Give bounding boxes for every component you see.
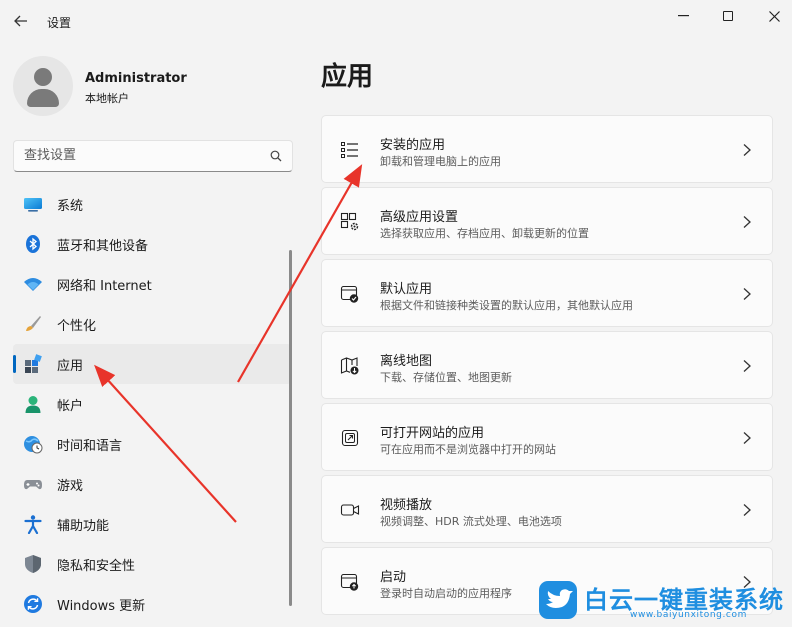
title-bar: 设置 [0,0,792,44]
card-description: 视频调整、HDR 流式处理、电池选项 [380,515,562,528]
shield-icon [25,555,41,573]
sidebar-nav: 系统 蓝牙和其他设备 网络和 Internet 个性化 应用 帐户 时间和语言 … [13,184,291,624]
maximize-button[interactable] [714,6,742,26]
sidebar-item-privacy[interactable]: 隐私和安全性 [13,544,291,584]
watermark-url: www.baiyunxitong.com [630,610,747,620]
chevron-right-icon [743,216,751,228]
sidebar-item-accounts[interactable]: 帐户 [13,384,291,424]
chevron-right-icon [743,288,751,300]
sidebar-item-label: 辅助功能 [57,518,110,534]
bluetooth-icon [26,235,40,253]
user-name: Administrator [85,71,187,86]
avatar-head [34,68,52,86]
card-description: 登录时自动启动的应用程序 [380,587,512,600]
sidebar-item-time-language[interactable]: 时间和语言 [13,424,291,464]
sidebar-item-label: 蓝牙和其他设备 [57,238,149,254]
sidebar-item-label: 应用 [57,358,84,374]
sidebar-item-label: 个性化 [57,318,97,334]
card-title: 视频播放 [380,498,433,513]
sidebar-item-personalization[interactable]: 个性化 [13,304,291,344]
window-title: 设置 [47,16,72,30]
advanced-apps-icon [340,212,359,231]
chevron-right-icon [743,504,751,516]
apps-icon [25,354,42,373]
sidebar-item-network[interactable]: 网络和 Internet [13,264,291,304]
open-website-icon [341,429,359,447]
sidebar-item-windows-update[interactable]: Windows 更新 [13,584,291,624]
accessibility-icon [24,515,42,534]
back-button[interactable] [10,10,32,32]
bird-logo-icon [539,581,577,619]
search-input[interactable] [24,148,264,163]
sidebar-item-label: 游戏 [57,478,84,494]
card-description: 下载、存储位置、地图更新 [380,371,512,384]
minimize-button[interactable] [669,6,697,26]
minimize-icon [677,15,689,17]
card-installed-apps[interactable]: 安装的应用 卸载和管理电脑上的应用 [321,115,773,183]
video-camera-icon [340,504,360,516]
sidebar-item-label: Windows 更新 [57,598,146,614]
card-apps-for-websites[interactable]: 可打开网站的应用 可在应用而不是浏览器中打开的网站 [321,403,773,471]
close-icon [768,10,780,22]
monitor-icon [24,198,42,212]
card-title: 可打开网站的应用 [380,426,485,441]
card-video-playback[interactable]: 视频播放 视频调整、HDR 流式处理、电池选项 [321,475,773,543]
sidebar-item-label: 帐户 [57,398,84,414]
startup-icon [340,573,359,591]
card-title: 启动 [380,570,407,585]
sidebar-item-apps[interactable]: 应用 [13,344,291,384]
offline-map-icon [340,357,359,375]
default-apps-icon [340,285,359,303]
gamepad-icon [24,480,42,490]
card-title: 安装的应用 [380,138,446,153]
sidebar-item-system[interactable]: 系统 [13,184,291,224]
avatar-body [27,89,59,107]
sidebar-item-bluetooth[interactable]: 蓝牙和其他设备 [13,224,291,264]
back-arrow-icon [14,15,27,27]
sidebar-item-label: 系统 [57,198,84,214]
card-description: 选择获取应用、存档应用、卸载更新的位置 [380,227,589,240]
update-icon [24,595,42,613]
card-description: 卸载和管理电脑上的应用 [380,155,501,168]
page-title: 应用 [321,62,374,92]
globe-clock-icon [24,436,43,454]
card-description: 根据文件和链接种类设置的默认应用，其他默认应用 [380,299,633,312]
card-title: 默认应用 [380,282,433,297]
close-button[interactable] [760,6,788,26]
maximize-icon [723,11,733,21]
installed-apps-icon [341,142,358,158]
watermark: 白云一键重装系统 www.baiyunxitong.com [538,580,784,624]
active-indicator [13,355,16,373]
search-icon[interactable] [270,150,282,162]
card-title: 离线地图 [380,354,433,369]
account-type: 本地帐户 [85,92,129,105]
brush-icon [26,316,41,331]
card-default-apps[interactable]: 默认应用 根据文件和链接种类设置的默认应用，其他默认应用 [321,259,773,327]
sidebar-item-label: 网络和 Internet [57,278,152,294]
chevron-right-icon [743,432,751,444]
chevron-right-icon [743,144,751,156]
search-box[interactable] [13,140,293,172]
account-icon [25,396,41,413]
card-description: 可在应用而不是浏览器中打开的网站 [380,443,556,456]
card-offline-maps[interactable]: 离线地图 下载、存储位置、地图更新 [321,331,773,399]
sidebar-item-label: 时间和语言 [57,438,123,454]
wifi-icon [24,278,42,291]
sidebar-item-label: 隐私和安全性 [57,558,136,574]
sidebar-scrollbar[interactable] [289,250,292,606]
sidebar-item-gaming[interactable]: 游戏 [13,464,291,504]
card-advanced-app-settings[interactable]: 高级应用设置 选择获取应用、存档应用、卸载更新的位置 [321,187,773,255]
card-title: 高级应用设置 [380,210,459,225]
avatar[interactable] [13,56,73,116]
sidebar-item-accessibility[interactable]: 辅助功能 [13,504,291,544]
chevron-right-icon [743,360,751,372]
